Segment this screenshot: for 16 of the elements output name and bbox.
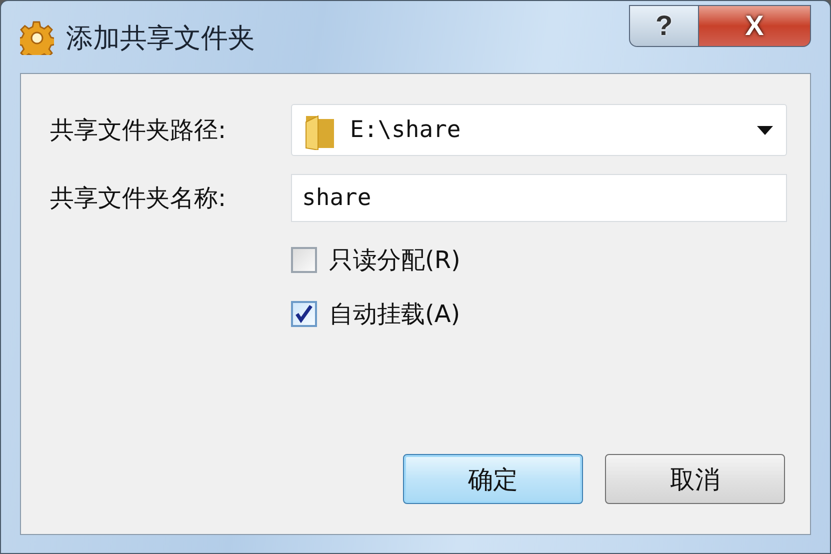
path-dropdown[interactable]: E:\share (291, 104, 787, 156)
help-button[interactable]: ? (629, 5, 699, 47)
ok-button[interactable]: 确定 (403, 454, 583, 504)
window-title: 添加共享文件夹 (66, 22, 255, 56)
field-label: 共享文件夹路径: (50, 115, 228, 146)
gear-icon (20, 21, 54, 55)
field-label: 共享文件夹名称: (50, 183, 228, 214)
checkbox-label[interactable]: 自动挂载(A) (329, 298, 460, 330)
checkbox-label[interactable]: 只读分配(R) (329, 244, 460, 276)
caret-icon[interactable] (756, 124, 774, 136)
checkbox[interactable] (291, 301, 317, 327)
path-value: E:\share (350, 117, 462, 143)
checkbox[interactable] (291, 247, 317, 273)
cancel-button[interactable]: 取消 (605, 454, 785, 504)
close-button[interactable]: X (699, 5, 811, 47)
name-field[interactable]: share (291, 174, 787, 222)
